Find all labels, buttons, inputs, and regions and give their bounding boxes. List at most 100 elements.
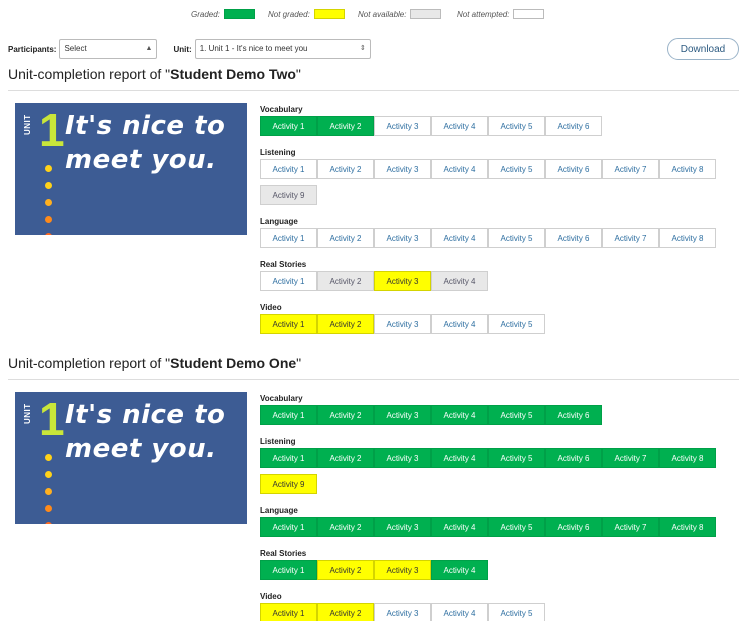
activity-button[interactable]: Activity 9 — [260, 185, 317, 205]
activity-button[interactable]: Activity 4 — [431, 603, 488, 621]
section-label: Listening — [260, 437, 296, 446]
activity-button[interactable]: Activity 1 — [260, 159, 317, 179]
section-label: Real Stories — [260, 549, 307, 558]
activity-button[interactable]: Activity 2 — [317, 560, 374, 580]
banner-unit-number: 1 — [39, 393, 65, 445]
activity-button[interactable]: Activity 1 — [260, 228, 317, 248]
activity-button[interactable]: Activity 4 — [431, 405, 488, 425]
activity-button[interactable]: Activity 3 — [374, 603, 431, 621]
activity-button[interactable]: Activity 6 — [545, 116, 602, 136]
legend-not-graded: Not graded: — [268, 9, 345, 19]
activity-button[interactable]: Activity 3 — [374, 560, 431, 580]
activity-button[interactable]: Activity 1 — [260, 116, 317, 136]
banner-dot — [45, 233, 52, 235]
activity-button[interactable]: Activity 3 — [374, 271, 431, 291]
section-label: Vocabulary — [260, 105, 303, 114]
activity-button[interactable]: Activity 4 — [431, 314, 488, 334]
legend-not-graded-swatch — [313, 9, 345, 19]
activity-button[interactable]: Activity 5 — [488, 517, 545, 537]
activity-button[interactable]: Activity 1 — [260, 603, 317, 621]
banner-dot — [45, 522, 52, 524]
activity-button[interactable]: Activity 5 — [488, 228, 545, 248]
participants-select[interactable]: Select ▲ — [59, 39, 158, 59]
activity-button[interactable]: Activity 3 — [374, 448, 431, 468]
report-title: Unit-completion report of "Student Demo … — [8, 355, 301, 371]
student-name: Student Demo One — [170, 355, 297, 371]
legend-graded-swatch — [223, 9, 255, 19]
report-title-suffix: " — [295, 66, 301, 82]
activity-button[interactable]: Activity 6 — [545, 517, 602, 537]
banner-unit-word: UNIT — [23, 403, 32, 424]
activity-button[interactable]: Activity 6 — [545, 159, 602, 179]
unit-select[interactable]: 1. Unit 1 - It's nice to meet you ⇕ — [194, 39, 371, 59]
activity-button[interactable]: Activity 3 — [374, 517, 431, 537]
activity-button[interactable]: Activity 5 — [488, 314, 545, 334]
report-title-prefix: Unit-completion report of " — [8, 66, 171, 82]
unit-select-value: 1. Unit 1 - It's nice to meet you — [199, 44, 308, 53]
banner-tagline-line1: It's nice to — [65, 111, 226, 141]
activity-button[interactable]: Activity 1 — [260, 448, 317, 468]
activity-button[interactable]: Activity 1 — [260, 314, 317, 334]
section-label: Video — [260, 592, 282, 601]
activity-button[interactable]: Activity 4 — [431, 116, 488, 136]
activity-button[interactable]: Activity 1 — [260, 517, 317, 537]
section-label: Listening — [260, 148, 296, 157]
activity-button[interactable]: Activity 5 — [488, 116, 545, 136]
banner-tagline-line2: meet you. — [65, 145, 217, 175]
activity-button[interactable]: Activity 4 — [431, 228, 488, 248]
activity-button[interactable]: Activity 5 — [488, 405, 545, 425]
activity-button[interactable]: Activity 8 — [659, 517, 716, 537]
activity-button[interactable]: Activity 7 — [602, 159, 659, 179]
activity-button[interactable]: Activity 2 — [317, 271, 374, 291]
activity-button[interactable]: Activity 1 — [260, 405, 317, 425]
download-button[interactable]: Download — [667, 38, 739, 60]
activity-button[interactable]: Activity 3 — [374, 228, 431, 248]
activity-button[interactable]: Activity 6 — [545, 448, 602, 468]
report-filters: Participants: Select ▲ Unit: 1. Unit 1 -… — [8, 38, 371, 60]
activity-button[interactable]: Activity 4 — [431, 517, 488, 537]
banner-tagline: It's nice to meet you. — [65, 398, 225, 466]
activity-button[interactable]: Activity 3 — [374, 405, 431, 425]
report-title-prefix: Unit-completion report of " — [8, 355, 171, 371]
activity-button[interactable]: Activity 7 — [602, 228, 659, 248]
activity-button[interactable]: Activity 2 — [317, 405, 374, 425]
activity-button[interactable]: Activity 9 — [260, 474, 317, 494]
section-label: Real Stories — [260, 260, 307, 269]
activity-button[interactable]: Activity 8 — [659, 448, 716, 468]
banner-dot — [45, 165, 52, 172]
activity-button[interactable]: Activity 2 — [317, 159, 374, 179]
activity-button[interactable]: Activity 7 — [602, 448, 659, 468]
activity-button[interactable]: Activity 2 — [317, 116, 374, 136]
student-name: Student Demo Two — [170, 66, 296, 82]
activity-button[interactable]: Activity 4 — [431, 560, 488, 580]
activity-button[interactable]: Activity 2 — [317, 228, 374, 248]
activity-button[interactable]: Activity 5 — [488, 603, 545, 621]
activity-button[interactable]: Activity 4 — [431, 271, 488, 291]
activity-button[interactable]: Activity 3 — [374, 159, 431, 179]
activity-button[interactable]: Activity 6 — [545, 228, 602, 248]
activity-button[interactable]: Activity 2 — [317, 314, 374, 334]
banner-dot — [45, 488, 52, 495]
activity-button[interactable]: Activity 8 — [659, 228, 716, 248]
banner-tagline: It's nice to meet you. — [65, 109, 225, 177]
legend-not-available-label: Not available: — [358, 9, 407, 19]
activity-button[interactable]: Activity 3 — [374, 314, 431, 334]
activity-button[interactable]: Activity 5 — [488, 159, 545, 179]
activity-button[interactable]: Activity 1 — [260, 271, 317, 291]
select-arrows-icon: ⇕ — [359, 45, 366, 52]
activity-button[interactable]: Activity 8 — [659, 159, 716, 179]
banner-dot — [45, 454, 52, 461]
activity-button[interactable]: Activity 6 — [545, 405, 602, 425]
activity-button[interactable]: Activity 1 — [260, 560, 317, 580]
activity-button[interactable]: Activity 4 — [431, 448, 488, 468]
activity-button[interactable]: Activity 2 — [317, 448, 374, 468]
activity-button[interactable]: Activity 2 — [317, 517, 374, 537]
legend-graded-label: Graded: — [191, 9, 220, 19]
activity-button[interactable]: Activity 4 — [431, 159, 488, 179]
banner-tagline-line2: meet you. — [65, 434, 217, 464]
activity-button[interactable]: Activity 3 — [374, 116, 431, 136]
activity-button[interactable]: Activity 2 — [317, 603, 374, 621]
activity-button[interactable]: Activity 5 — [488, 448, 545, 468]
activity-button[interactable]: Activity 7 — [602, 517, 659, 537]
report-title: Unit-completion report of "Student Demo … — [8, 66, 301, 82]
